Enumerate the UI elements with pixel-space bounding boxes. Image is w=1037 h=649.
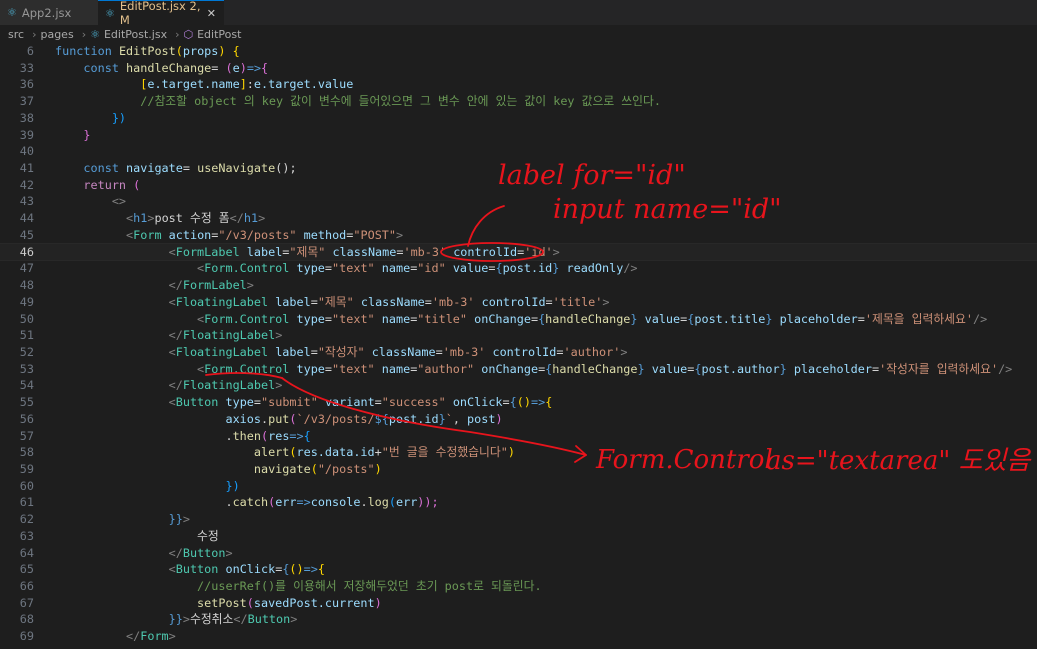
code-line: 62 }}> — [0, 511, 1037, 528]
code-line: 61 .catch(err=>console.log(err)); — [0, 494, 1037, 511]
line-number: 67 — [19, 595, 34, 610]
line-number: 68 — [19, 612, 34, 627]
line-number: 53 — [19, 361, 34, 376]
code-line-current: 46 <FormLabel label="제목" className='mb-3… — [0, 242, 1037, 262]
line-number: 52 — [19, 344, 34, 359]
annotation-form-control: Form.Control — [596, 445, 773, 475]
line-number: 63 — [19, 528, 34, 543]
line-number: 58 — [19, 445, 34, 460]
chevron-right-icon: › — [175, 27, 180, 41]
line-number: 66 — [19, 579, 34, 593]
tab-app2[interactable]: ⚛ App2.jsx — [0, 0, 98, 25]
react-icon: ⚛ — [7, 6, 17, 19]
code-line: 47 <Form.Control type="text" name="id" v… — [0, 260, 1037, 277]
react-icon: ⚛ — [105, 6, 115, 20]
line-number: 49 — [19, 294, 34, 309]
code-line: 69 </Form> — [0, 628, 1037, 645]
code-line: 36 [e.target.name]:e.target.value — [0, 76, 1037, 93]
breadcrumb-item[interactable]: EditPost — [197, 28, 241, 41]
tab-label: App2.jsx — [21, 5, 72, 20]
line-number: 69 — [19, 629, 34, 644]
line-number: 48 — [19, 278, 34, 293]
annotation-label-for: label for="id" — [498, 160, 686, 191]
code-line: 63 수정 — [0, 528, 1037, 545]
line-number: 38 — [19, 110, 34, 125]
line-number: 39 — [19, 127, 34, 142]
code-line: 37 //참조할 object 의 key 값이 변수에 들어있으면 그 변수 … — [0, 93, 1037, 110]
line-number: 36 — [19, 77, 34, 92]
chevron-right-icon: › — [81, 27, 87, 41]
line-number: 50 — [19, 311, 34, 326]
line-number: 43 — [19, 194, 34, 209]
code-line: 65 <Button onClick={()=>{ — [0, 561, 1037, 578]
line-number: 60 — [19, 478, 34, 493]
code-line: 68 }}>수정취소</Button> — [0, 611, 1037, 628]
tab-editpost[interactable]: ⚛ EditPost.jsx 2, M ✕ — [98, 0, 224, 27]
code-line: 55 <Button type="submit" variant="succes… — [0, 394, 1037, 411]
tab-label: EditPost.jsx 2, M — [119, 0, 201, 27]
line-number: 41 — [19, 161, 34, 176]
code-line: 54 </FloatingLabel> — [0, 377, 1037, 394]
line-number: 61 — [19, 495, 34, 510]
line-number: 56 — [19, 411, 34, 426]
breadcrumb-item[interactable]: src — [8, 28, 24, 41]
code-line: 39 } — [0, 127, 1037, 144]
component-icon: ⬡ — [183, 27, 194, 41]
code-line: 53 <Form.Control type="text" name="autho… — [0, 361, 1037, 378]
editor-tab-bar: ⚛ App2.jsx ⚛ EditPost.jsx 2, M ✕ — [0, 0, 1037, 27]
code-editor[interactable]: 6 function EditPost(props) { 33 const han… — [0, 43, 1037, 645]
code-line: 66 //userRef()를 이용해서 저장해두었던 초기 post로 되돌린… — [0, 578, 1037, 595]
line-number: 54 — [19, 378, 34, 393]
line-number: 47 — [19, 261, 34, 276]
code-line: 52 <FloatingLabel label="작성자" className=… — [0, 344, 1037, 361]
line-number: 46 — [19, 244, 34, 259]
line-number: 64 — [19, 545, 34, 560]
chevron-right-icon: › — [32, 27, 37, 41]
code-line: 49 <FloatingLabel label="제목" className='… — [0, 294, 1037, 311]
code-line: 50 <Form.Control type="text" name="title… — [0, 311, 1037, 328]
line-number: 44 — [19, 211, 34, 226]
close-icon[interactable]: ✕ — [207, 7, 216, 20]
code-line: 60 }) — [0, 478, 1037, 495]
code-line: 51 </FloatingLabel> — [0, 327, 1037, 344]
annotation-as-textarea: as="textarea" 도있음 — [766, 446, 1031, 476]
code-line: 43 <> — [0, 193, 1037, 210]
line-number: 42 — [19, 177, 34, 192]
code-line: 38 }) — [0, 110, 1037, 127]
line-number: 33 — [19, 60, 34, 75]
line-number: 40 — [19, 144, 34, 159]
code-line: 45 <Form action="/v3/posts" method="POST… — [0, 227, 1037, 244]
line-number: 65 — [19, 562, 34, 577]
annotation-input-name: input name="id" — [553, 194, 782, 225]
breadcrumb-item[interactable]: EditPost.jsx — [104, 28, 167, 41]
line-number: 59 — [19, 461, 34, 476]
code-line: 44 <h1>post 수정 폼</h1> — [0, 210, 1037, 227]
code-line: 67 setPost(savedPost.current) — [0, 595, 1037, 612]
line-number: 6 — [26, 44, 34, 58]
code-line: 40 — [0, 143, 1037, 160]
code-line: 64 </Button> — [0, 545, 1037, 562]
code-line: 48 </FormLabel> — [0, 277, 1037, 294]
line-number: 37 — [19, 94, 34, 109]
breadcrumb: src › pages › ⚛ EditPost.jsx › ⬡ EditPos… — [0, 25, 1037, 43]
line-number: 51 — [19, 328, 34, 343]
code-line: 6 function EditPost(props) { — [0, 43, 1037, 60]
line-number: 45 — [19, 227, 34, 242]
line-number: 55 — [19, 395, 34, 410]
code-line: 56 axios.put(`/v3/posts/${post.id}`, pos… — [0, 411, 1037, 428]
line-number: 57 — [19, 428, 34, 443]
line-number: 62 — [19, 512, 34, 527]
breadcrumb-item[interactable]: pages — [40, 28, 73, 41]
code-line: 33 const handleChange= (e)=>{ — [0, 60, 1037, 77]
react-icon: ⚛ — [90, 27, 100, 41]
